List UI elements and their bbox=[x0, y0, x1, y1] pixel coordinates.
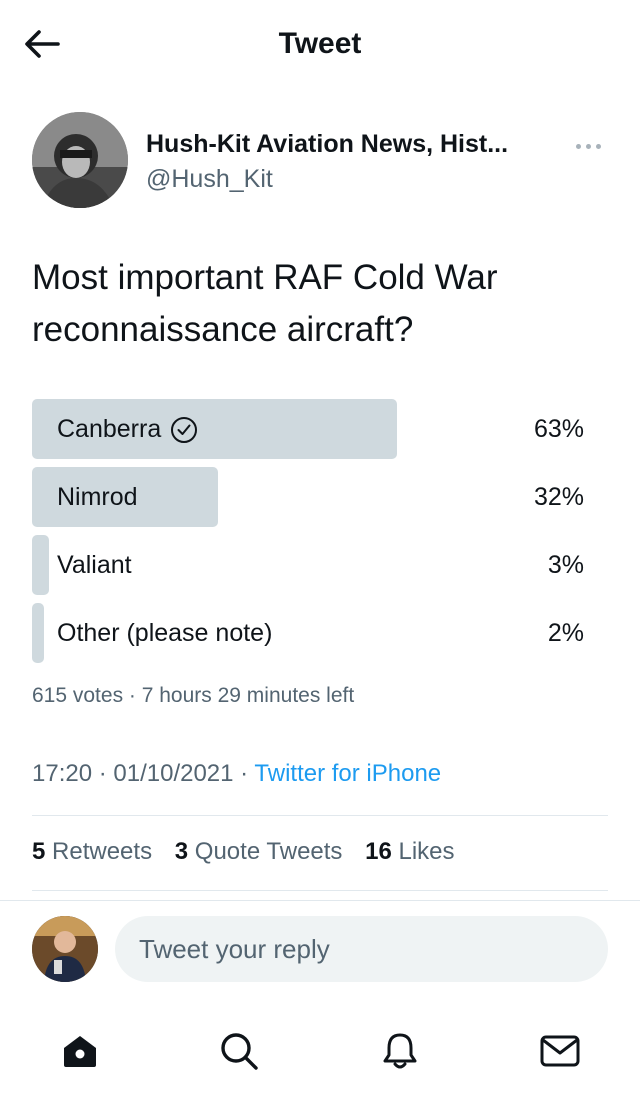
quotes-count: 3 bbox=[174, 838, 189, 865]
tweet-text: Most important RAF Cold War reconnaissan… bbox=[32, 258, 498, 349]
more-dot-icon bbox=[575, 143, 581, 149]
author-handle[interactable]: @Hush_Kit bbox=[146, 165, 273, 194]
more-dot-icon bbox=[585, 143, 591, 149]
tab-messages[interactable] bbox=[535, 1026, 585, 1076]
divider bbox=[32, 890, 608, 891]
retweets-count: 5 bbox=[32, 838, 46, 865]
top-bar: Tweet bbox=[0, 0, 640, 90]
notifications-icon bbox=[383, 1033, 417, 1069]
likes-stat[interactable]: 16 Likes bbox=[365, 838, 454, 865]
poll-option: Valiant 3% bbox=[32, 535, 592, 595]
poll-option: Canberra 63% bbox=[32, 399, 592, 459]
author-name[interactable]: Hush-Kit Aviation News, Hist... bbox=[146, 130, 508, 159]
poll: Canberra 63% Nimrod 32% Valiant 3% Other… bbox=[32, 399, 592, 671]
more-options-button[interactable] bbox=[568, 134, 608, 158]
retweets-stat[interactable]: 5 Retweets bbox=[32, 838, 152, 865]
time-date: 17:20 · 01/10/2021 · bbox=[32, 760, 255, 787]
home-icon bbox=[64, 1036, 96, 1067]
poll-option: Nimrod 32% bbox=[32, 467, 592, 527]
messages-icon bbox=[540, 1035, 580, 1067]
poll-option-percent: 2% bbox=[547, 619, 584, 647]
poll-option-percent: 3% bbox=[547, 551, 584, 579]
tab-notifications[interactable] bbox=[375, 1026, 425, 1076]
poll-bar bbox=[32, 603, 44, 663]
poll-option-label: Nimrod bbox=[57, 483, 138, 511]
quote-tweets-stat[interactable]: 3 Quote Tweets bbox=[175, 838, 343, 865]
poll-bar bbox=[32, 535, 50, 595]
tweet-timestamp: 17:20 · 01/10/2021 · Twitter for iPhone bbox=[32, 760, 441, 788]
tweet-author: Hush-Kit Aviation News, Hist... @Hush_Ki… bbox=[32, 112, 608, 212]
tab-home[interactable] bbox=[55, 1026, 105, 1076]
poll-option-percent: 32% bbox=[533, 483, 584, 511]
source-link[interactable]: Twitter for iPhone bbox=[254, 760, 441, 787]
likes-label: Likes bbox=[398, 838, 455, 865]
poll-meta: 615 votes · 7 hours 29 minutes left bbox=[32, 684, 355, 707]
user-avatar[interactable] bbox=[32, 916, 98, 982]
search-icon bbox=[221, 1033, 258, 1070]
more-dot-icon bbox=[595, 143, 601, 149]
bottom-tab-bar bbox=[0, 1008, 640, 1088]
reply-bar bbox=[0, 900, 640, 996]
divider bbox=[32, 815, 608, 816]
retweets-label: Retweets bbox=[52, 838, 153, 865]
quotes-label: Quote Tweets bbox=[194, 838, 343, 865]
engagement-stats: 5 Retweets 3 Quote Tweets 16 Likes bbox=[32, 838, 471, 866]
poll-option-percent: 63% bbox=[533, 415, 584, 443]
likes-count: 16 bbox=[365, 838, 392, 865]
poll-option-label: Other (please note) bbox=[57, 619, 273, 647]
page-title: Tweet bbox=[278, 27, 362, 60]
poll-option-label: Canberra bbox=[57, 415, 162, 443]
author-avatar[interactable] bbox=[32, 112, 128, 208]
poll-option: Other (please note) 2% bbox=[32, 603, 592, 663]
reply-input[interactable] bbox=[115, 916, 608, 982]
check-circle-icon bbox=[171, 416, 198, 443]
tab-search[interactable] bbox=[214, 1026, 264, 1076]
poll-option-label: Valiant bbox=[57, 551, 132, 579]
